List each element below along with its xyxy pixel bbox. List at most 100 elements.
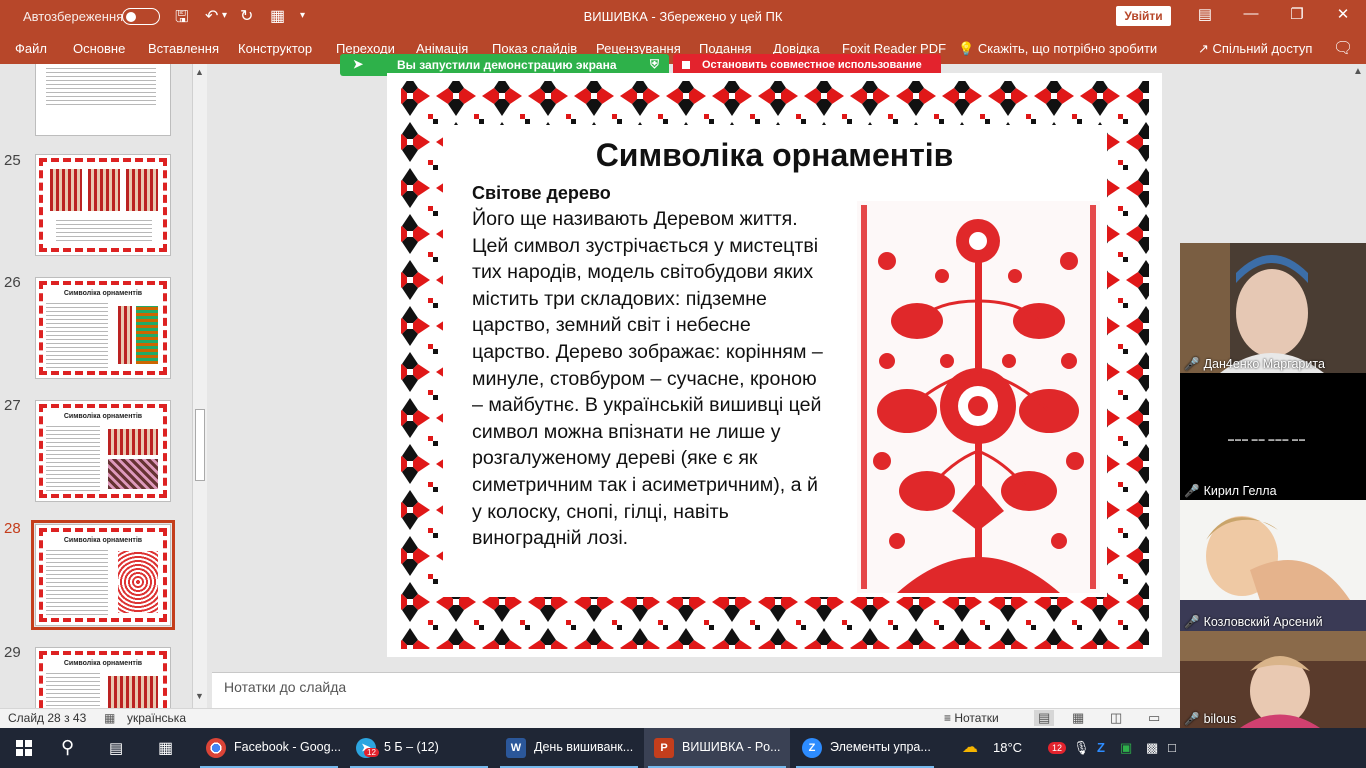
slide-title[interactable]: Символіка орнаментів [387, 137, 1162, 174]
scrollbar-thumb[interactable] [195, 409, 205, 481]
tray-app-icon[interactable]: ▣ [1120, 740, 1132, 756]
thumb-title: Символіка орнаментів [63, 660, 143, 667]
video-tile[interactable]: 🎤 Козловский Арсений [1180, 500, 1366, 631]
title-bar: Автозбереження 🖫 ↶ ▾ ↻ ▦ ▾ ВИШИВКА - Збе… [0, 0, 1366, 33]
slide-thumbnail[interactable] [35, 64, 171, 136]
task-powerpoint[interactable]: P ВИШИВКА - Po... [644, 728, 790, 768]
notification-badge: 12 [364, 748, 379, 757]
task-zoom[interactable]: Z Элементы упра... [792, 728, 938, 768]
comments-icon[interactable]: 🗨 [1333, 38, 1353, 58]
slide-number: 27 [4, 397, 21, 414]
screen-share-text: Вы запустили демонстрацию экрана [397, 58, 617, 72]
muted-mic-icon: 🎤 [1184, 484, 1200, 498]
thumbnail-scrollbar[interactable]: ▲ ▼ [192, 64, 207, 708]
thumb-text-lines [46, 547, 108, 617]
slide-thumbnail[interactable]: Символіка орнаментів [35, 400, 171, 502]
action-center-icon[interactable]: □ [1168, 740, 1176, 755]
tab-design[interactable]: Конструктор [238, 41, 312, 56]
notes-pane[interactable]: Нотатки до слайда [212, 672, 1180, 708]
tray-badge[interactable]: 12 [1048, 742, 1067, 754]
thumb-title: Символіка орнаментів [63, 413, 143, 420]
microphone-icon[interactable]: 🎙 [1073, 740, 1090, 756]
thumb-text-lines [56, 217, 152, 243]
maximize-button[interactable]: ❐ [1282, 5, 1312, 23]
share-label: Спільний доступ [1212, 41, 1313, 56]
share-arrow-icon: ➤ [353, 57, 364, 71]
task-label: Facebook - Goog... [234, 740, 342, 754]
slide-number: 25 [4, 152, 21, 169]
slide-canvas[interactable]: Символіка орнаментів Світове дерево Його… [387, 73, 1162, 657]
thumb-text-lines [46, 300, 108, 370]
scroll-up-icon[interactable]: ▲ [1353, 66, 1363, 77]
muted-mic-icon: 🎤 [1184, 615, 1200, 629]
weather-icon[interactable]: ☁ [962, 737, 978, 757]
scroll-down-icon[interactable]: ▼ [195, 691, 204, 701]
ribbon-display-icon[interactable]: ▤ [1190, 5, 1220, 23]
participant-name: 🎤 Кирил Гелла [1184, 484, 1277, 499]
video-tile[interactable]: 🎤 bilous [1180, 631, 1366, 728]
normal-view-icon[interactable]: ▤ [1034, 710, 1055, 726]
slide-thumbnail[interactable]: Символіка орнаментів [35, 647, 171, 708]
thumb-text-lines [46, 65, 156, 105]
thumb-picture [50, 169, 82, 211]
weather-temp[interactable]: 18°C [993, 740, 1022, 755]
participant-name: 🎤 Дан4енко Маргарита [1184, 357, 1325, 372]
participant-name-text: Дан4енко Маргарита [1203, 357, 1325, 371]
share-icon: ↗ [1198, 41, 1209, 56]
lightbulb-icon: 💡 [958, 41, 975, 56]
notes-toggle[interactable]: ≡ Нотатки [944, 711, 999, 725]
tell-me-search[interactable]: 💡 Скажіть, що потрібно зробити [958, 41, 1157, 57]
windows-start-icon[interactable] [16, 740, 32, 756]
thumb-picture [108, 676, 158, 708]
slideshow-view-icon[interactable]: ▭ [1148, 710, 1160, 726]
search-icon[interactable]: ⚲ [61, 737, 74, 758]
tab-home[interactable]: Основне [73, 41, 125, 56]
powerpoint-icon: P [654, 738, 674, 758]
slide-number: 26 [4, 274, 21, 291]
close-button[interactable]: ✕ [1328, 5, 1358, 23]
reading-view-icon[interactable]: ◫ [1110, 710, 1122, 726]
stop-sharing-text: Остановить совместное использование [702, 59, 922, 71]
task-chrome[interactable]: Facebook - Goog... [196, 728, 342, 768]
tab-file[interactable]: Файл [15, 41, 47, 56]
participant-video [1180, 500, 1366, 631]
sign-in-button[interactable]: Увійти [1116, 6, 1171, 26]
minimize-button[interactable]: — [1236, 5, 1266, 22]
calculator-icon[interactable]: ▦ [158, 738, 173, 758]
task-label: 5 Б – (12) [384, 740, 439, 754]
slide-thumbnail-pane: 25 26 Символіка орнаментів 27 Символіка … [0, 64, 210, 708]
video-tray-icon[interactable]: ▩ [1146, 740, 1158, 756]
notes-placeholder: Нотатки до слайда [224, 679, 347, 695]
thumb-picture [126, 169, 158, 211]
slide-thumbnail[interactable]: Символіка орнаментів [35, 277, 171, 379]
zoom-tray-icon[interactable]: Z [1097, 740, 1105, 755]
slide-subtitle[interactable]: Світове дерево [472, 183, 611, 204]
task-word[interactable]: W День вишиванк... [496, 728, 642, 768]
share-button[interactable]: ↗ Спільний доступ [1198, 41, 1312, 57]
slide-thumbnail[interactable] [35, 154, 171, 256]
language-label[interactable]: українська [127, 711, 186, 725]
thumb-text-lines [46, 423, 100, 493]
status-bar: Слайд 28 з 43 ▦ українська ≡ Нотатки ▤ ▦… [0, 708, 1366, 728]
thumb-picture [118, 551, 158, 613]
participant-video [1180, 243, 1366, 373]
notes-icon: ≡ [944, 711, 952, 725]
slide-body-text[interactable]: Його ще називають Деревом життя. Цей сим… [472, 206, 832, 552]
scroll-up-icon[interactable]: ▲ [195, 67, 204, 77]
slide-thumbnail-active[interactable]: Символіка орнаментів [31, 520, 175, 630]
chrome-icon [206, 738, 226, 758]
participant-name: 🎤 Козловский Арсений [1184, 615, 1323, 630]
tab-insert[interactable]: Вставлення [148, 41, 219, 56]
task-telegram[interactable]: ➤ 12 5 Б – (12) [346, 728, 492, 768]
tell-me-label: Скажіть, що потрібно зробити [977, 41, 1158, 56]
slide-number: 29 [4, 644, 21, 661]
spellcheck-icon[interactable]: ▦ [104, 711, 115, 725]
video-tile[interactable]: 🎤 Дан4енко Маргарита [1180, 243, 1366, 373]
notes-toggle-label: Нотатки [954, 711, 999, 725]
participant-name: 🎤 bilous [1184, 712, 1236, 727]
video-tile[interactable]: ▬▬▬ ▬▬ ▬▬▬ ▬▬ 🎤 Кирил Гелла [1180, 373, 1366, 500]
participant-name-text: bilous [1203, 712, 1237, 726]
task-view-icon[interactable]: ▤ [109, 739, 123, 757]
slide-sorter-icon[interactable]: ▦ [1072, 710, 1084, 726]
tree-of-life-image[interactable] [857, 201, 1100, 593]
